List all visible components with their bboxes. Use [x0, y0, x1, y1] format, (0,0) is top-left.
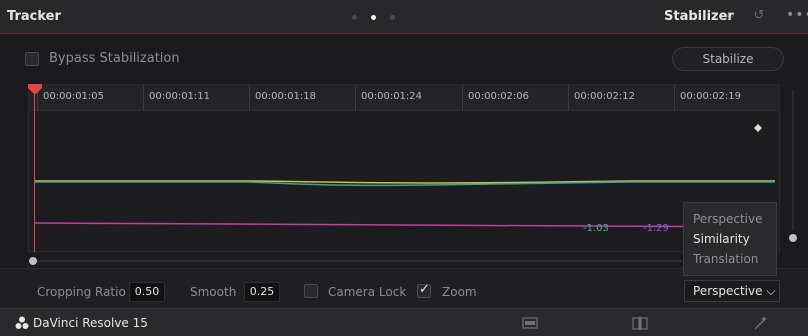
panel-title: Tracker: [7, 9, 61, 24]
vertical-scroll-handle[interactable]: [789, 234, 797, 242]
mode-selector[interactable]: Stabilizer: [664, 9, 734, 24]
graph-value-label: -1.03: [583, 223, 609, 234]
bypass-stabilization[interactable]: Bypass Stabilization: [25, 51, 180, 66]
timecode-label: 00:00:01:05: [37, 85, 104, 111]
panel-header: Tracker Stabilizer ⌵ ↺ •••: [0, 0, 808, 34]
zoom-checkbox[interactable]: [417, 282, 431, 298]
mode-dropdown[interactable]: Perspective ⌵: [684, 280, 780, 302]
timecode-label: 00:00:01:18: [249, 85, 316, 111]
bypass-checkbox[interactable]: [25, 51, 39, 66]
page-dot-active[interactable]: [371, 15, 376, 20]
timecode-label: 00:00:01:24: [355, 85, 422, 111]
camera-lock-checkbox[interactable]: [304, 284, 318, 298]
cropping-ratio-input[interactable]: 0.50: [129, 282, 165, 302]
keyframe-diamond-icon[interactable]: [754, 124, 762, 132]
timecode-label: 00:00:02:12: [568, 85, 635, 111]
timecode-label: 00:00:02:06: [462, 85, 529, 111]
stabilize-button[interactable]: Stabilize: [672, 47, 784, 71]
davinci-logo-icon: [15, 316, 29, 329]
horizontal-scroll-handle[interactable]: [29, 257, 37, 265]
timecode-label: 00:00:02:19: [674, 85, 741, 111]
vertical-scrollbar[interactable]: [792, 90, 794, 230]
page-dot[interactable]: [352, 15, 357, 20]
split-icon[interactable]: [632, 315, 648, 331]
menu-item-perspective[interactable]: Perspective: [684, 209, 776, 229]
cropping-ratio-label: Cropping Ratio: [37, 285, 126, 299]
playhead-line[interactable]: [34, 84, 35, 252]
bypass-label: Bypass Stabilization: [49, 51, 180, 66]
reset-icon[interactable]: ↺: [751, 8, 767, 24]
mode-dropdown-menu[interactable]: Perspective Similarity Translation: [683, 202, 777, 276]
smooth-input[interactable]: 0.25: [244, 282, 280, 302]
chevron-down-icon[interactable]: ⌵: [726, 9, 734, 23]
timeline-ruler[interactable]: 00:00:01:05 00:00:01:11 00:00:01:18 00:0…: [29, 85, 779, 111]
magic-wand-icon[interactable]: [752, 315, 768, 331]
horizontal-scrollbar[interactable]: [37, 260, 682, 262]
zoom-label: Zoom: [442, 285, 477, 299]
graph-value-label: -1.29: [643, 223, 669, 234]
playhead-marker-icon[interactable]: [28, 84, 44, 94]
more-options-icon[interactable]: •••: [786, 7, 808, 23]
smooth-label: Smooth: [190, 285, 237, 299]
menu-item-similarity[interactable]: Similarity: [684, 229, 776, 249]
app-footer: DaVinci Resolve 15: [0, 308, 808, 336]
header-divider: [0, 33, 808, 34]
page-dots[interactable]: [352, 15, 395, 20]
media-icon[interactable]: [522, 315, 538, 331]
app-name: DaVinci Resolve 15: [33, 316, 148, 330]
menu-item-translation[interactable]: Translation: [684, 249, 776, 269]
camera-lock-label: Camera Lock: [328, 285, 407, 299]
timecode-label: 00:00:01:11: [143, 85, 210, 111]
stabilization-graph[interactable]: 00:00:01:05 00:00:01:11 00:00:01:18 00:0…: [28, 84, 780, 252]
page-dot[interactable]: [390, 15, 395, 20]
